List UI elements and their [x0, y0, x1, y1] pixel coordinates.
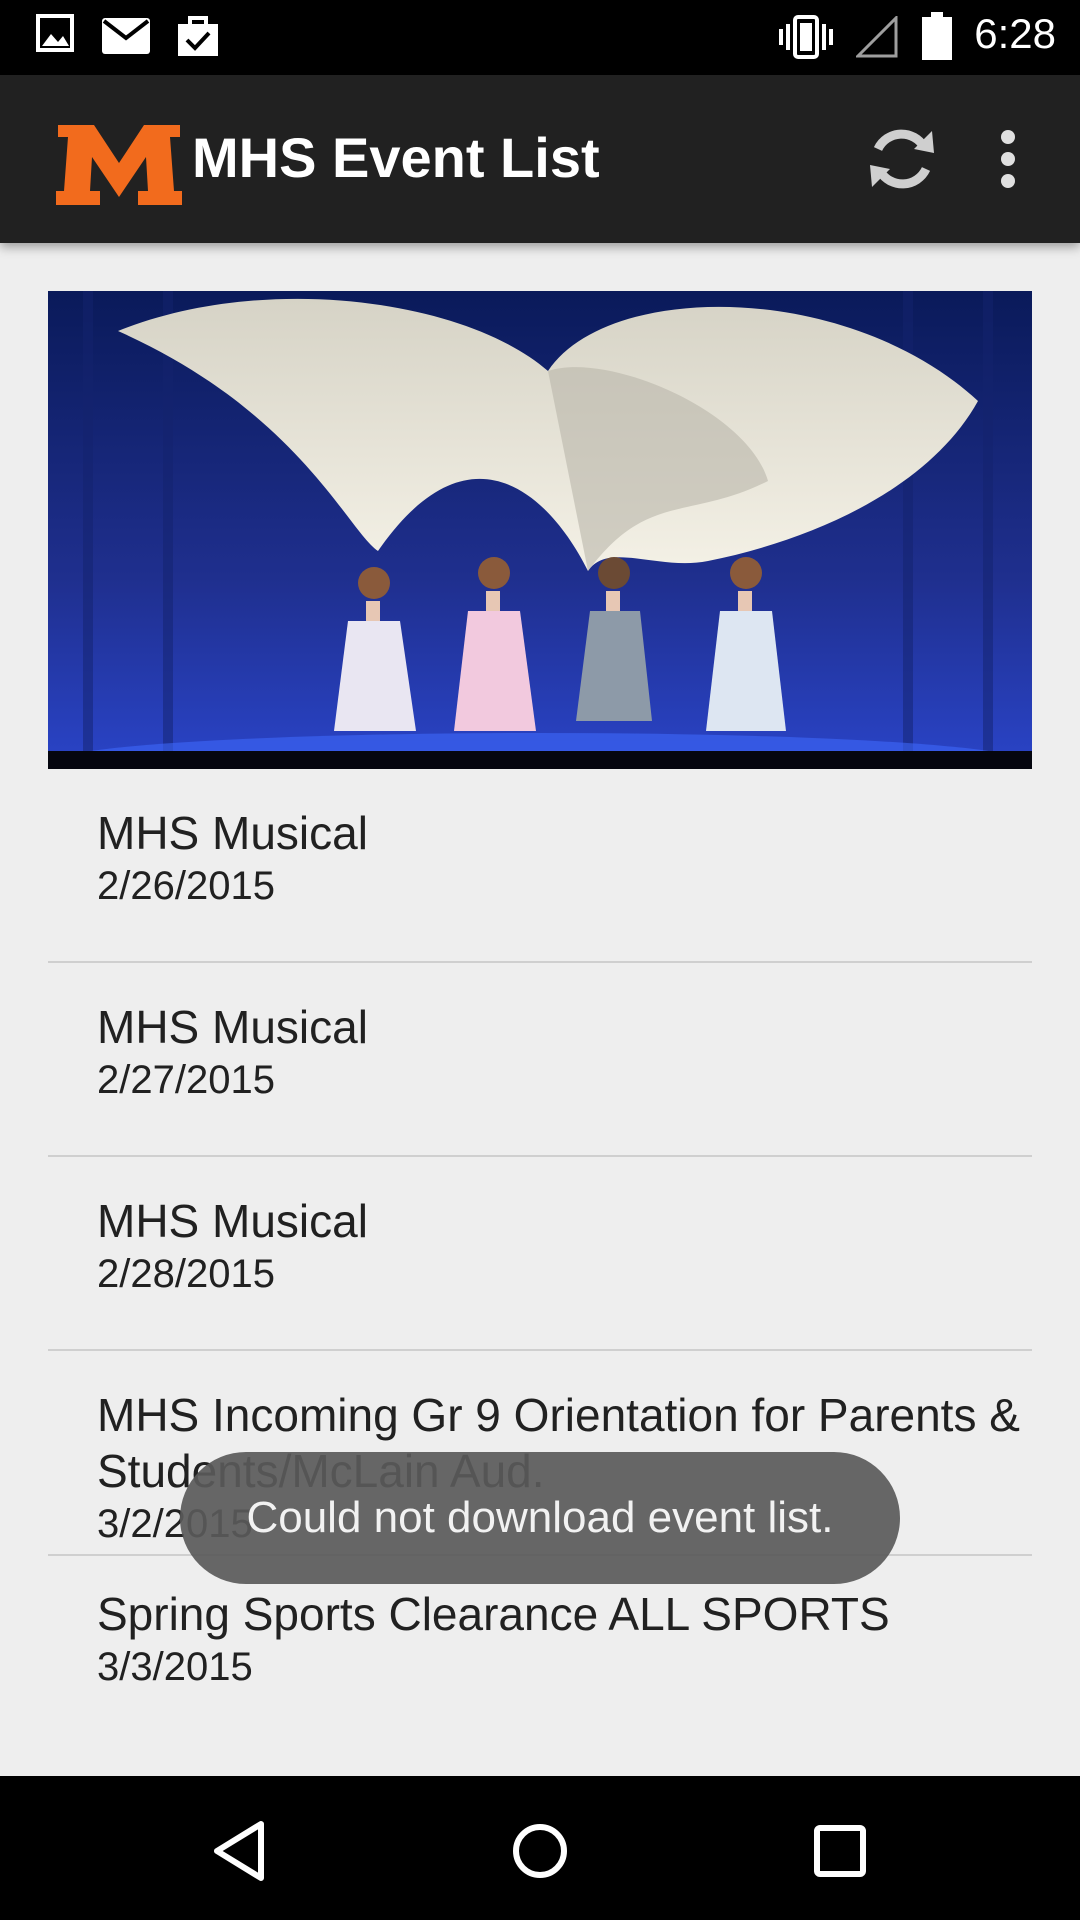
event-title: MHS Musical [97, 1001, 368, 1053]
home-button[interactable] [495, 1806, 585, 1896]
event-date: 2/27/2015 [97, 1058, 275, 1102]
event-title: MHS Musical [97, 807, 368, 859]
signal-icon [854, 14, 898, 62]
recents-icon [814, 1825, 866, 1877]
app-title: MHS Event List [192, 126, 600, 189]
event-item[interactable]: MHS Musical 2/28/2015 [48, 1157, 1032, 1351]
event-title: MHS Musical [97, 1195, 368, 1247]
navigation-bar [0, 1776, 1080, 1920]
back-button[interactable] [195, 1806, 285, 1896]
event-date: 2/26/2015 [97, 864, 275, 908]
event-date: 3/3/2015 [97, 1645, 253, 1689]
image-icon [36, 14, 74, 56]
event-title: Spring Sports Clearance ALL SPORTS [97, 1588, 890, 1640]
back-icon [214, 1821, 264, 1881]
event-item[interactable]: MHS Musical 2/26/2015 [48, 769, 1032, 963]
m-logo-icon [56, 111, 182, 215]
status-bar: 6:28 [0, 0, 1080, 75]
refresh-button[interactable] [862, 119, 942, 199]
hero-image [48, 291, 1032, 769]
event-item[interactable]: Spring Sports Clearance ALL SPORTS 3/3/2… [48, 1556, 1032, 1766]
mail-icon [102, 18, 150, 58]
home-icon [513, 1824, 567, 1878]
refresh-icon [870, 129, 934, 189]
overflow-menu-button[interactable] [980, 119, 1036, 199]
vibrate-icon [778, 14, 834, 64]
status-time: 6:28 [974, 10, 1056, 57]
battery-icon [922, 12, 952, 64]
event-date: 2/28/2015 [97, 1252, 275, 1296]
event-item[interactable]: MHS Musical 2/27/2015 [48, 963, 1032, 1157]
action-bar: MHS Event List [0, 75, 1080, 243]
event-list: MHS Musical 2/26/2015 MHS Musical 2/27/2… [48, 769, 1032, 1766]
clipboard-check-icon [176, 16, 220, 62]
overflow-menu-icon [1001, 130, 1015, 188]
toast-message: Could not download event list. [180, 1452, 900, 1584]
recents-button[interactable] [795, 1806, 885, 1896]
